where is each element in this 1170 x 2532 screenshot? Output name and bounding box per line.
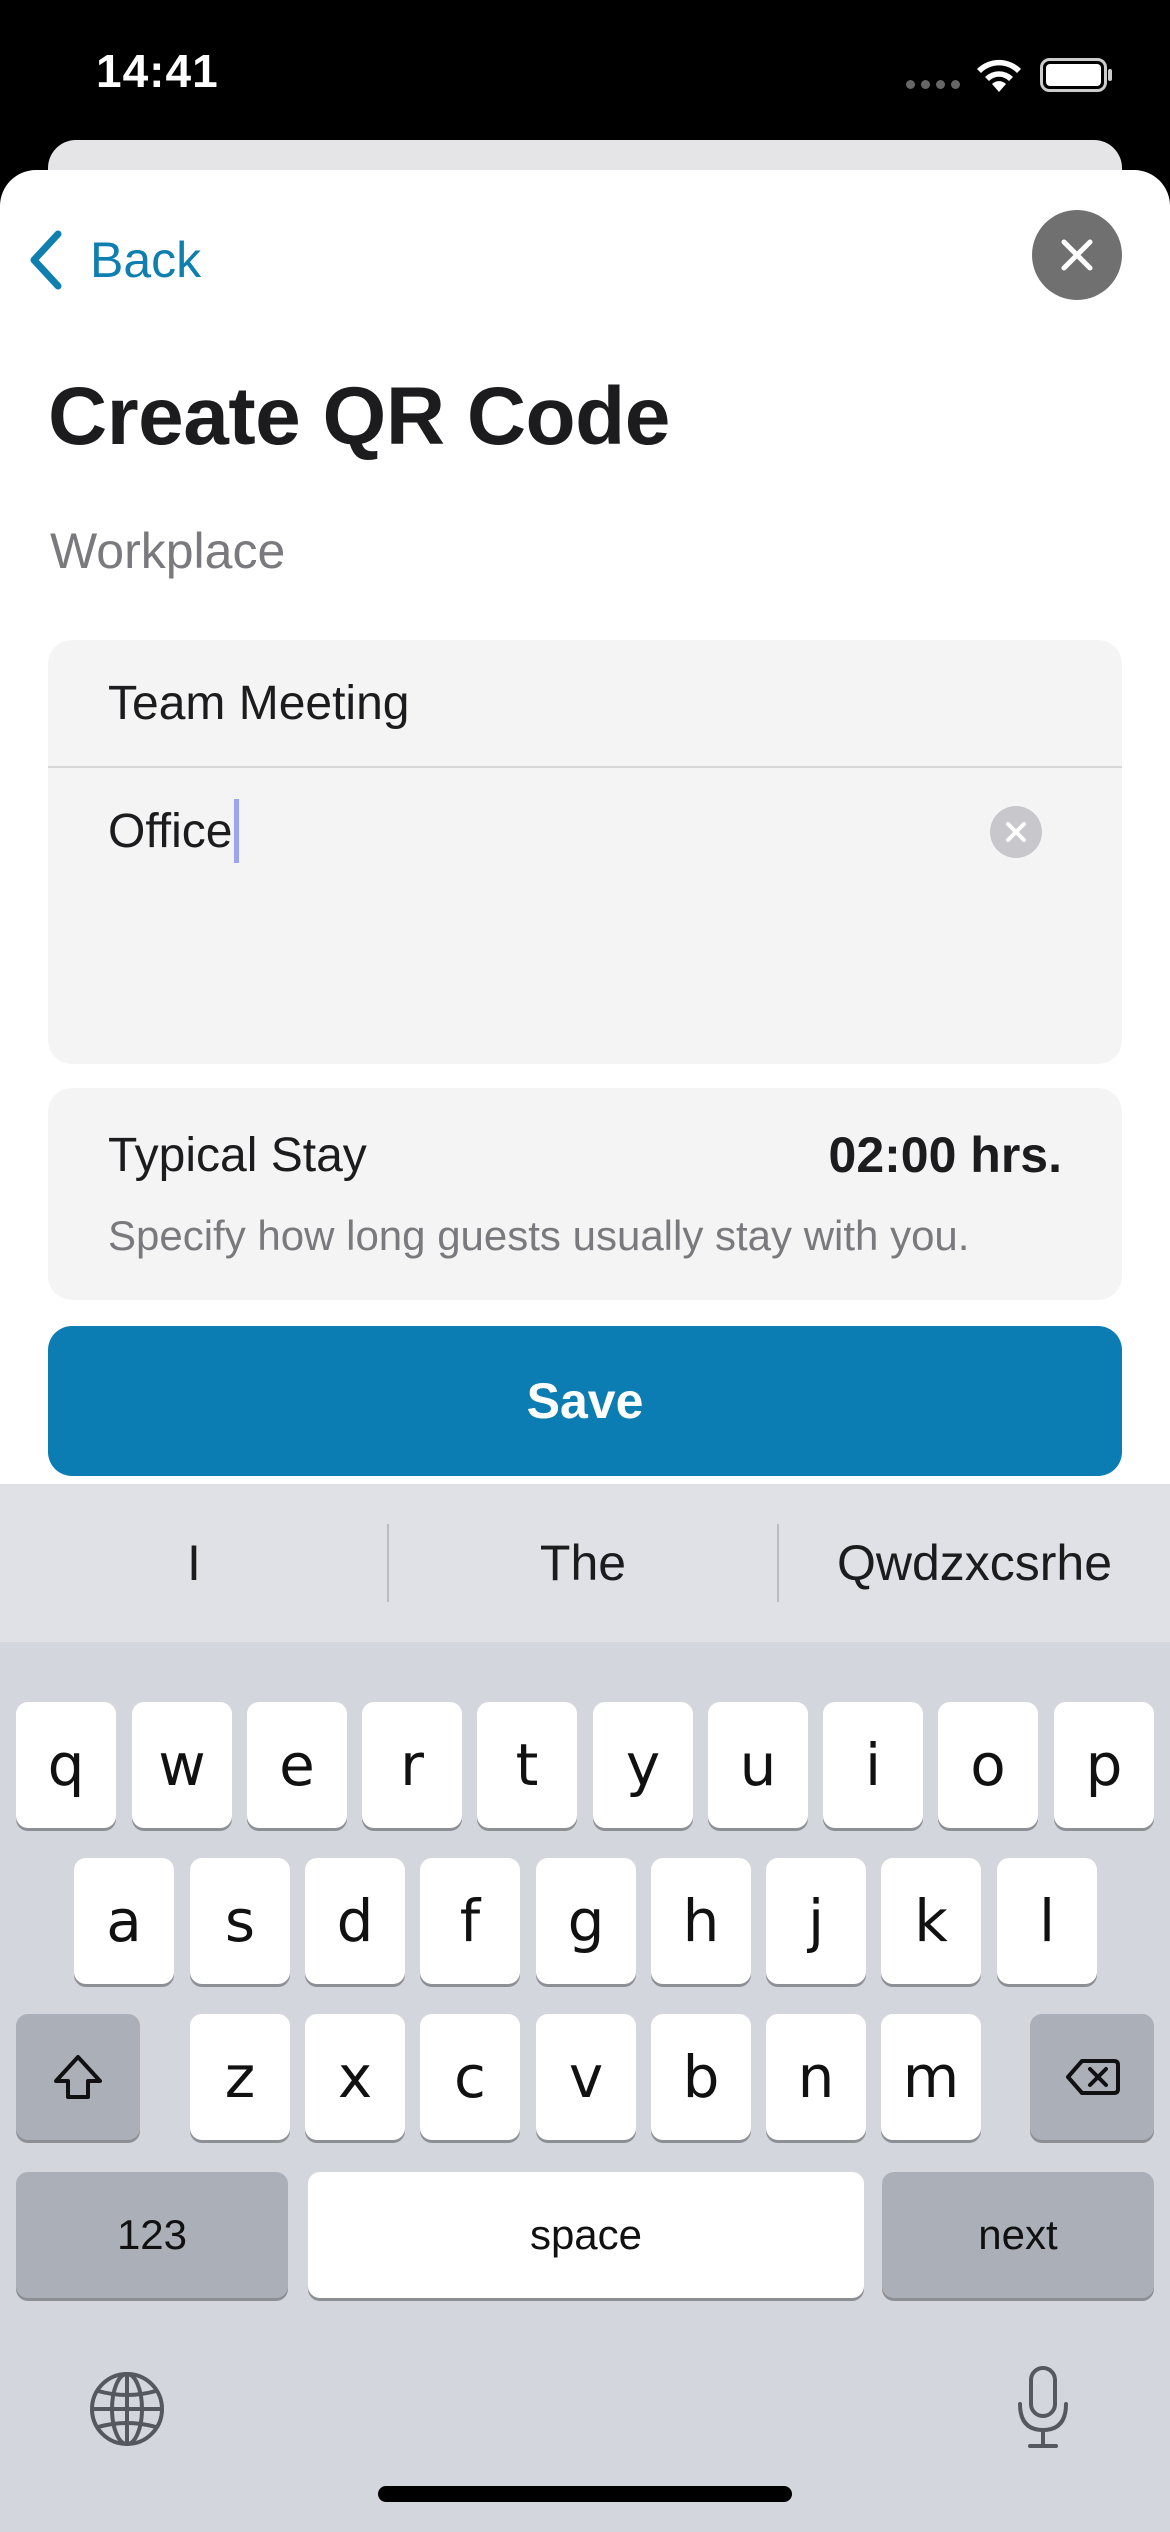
suggestion-item[interactable]: I <box>0 1484 388 1642</box>
key-o[interactable]: o <box>938 1702 1038 1828</box>
key-n[interactable]: n <box>766 2014 866 2140</box>
home-indicator <box>378 2486 792 2502</box>
key-e[interactable]: e <box>247 1702 347 1828</box>
key-j[interactable]: j <box>766 1858 866 1984</box>
typical-stay-value: 02:00 hrs. <box>828 1127 1062 1183</box>
back-label: Back <box>90 232 202 288</box>
suggestion-bar: I The Qwdzxcsrhe <box>0 1484 1170 1642</box>
key-f[interactable]: f <box>420 1858 520 1984</box>
suggestion-item[interactable]: The <box>389 1484 777 1642</box>
key-r[interactable]: r <box>362 1702 462 1828</box>
key-y[interactable]: y <box>593 1702 693 1828</box>
save-button-label: Save <box>526 1373 644 1429</box>
back-button[interactable]: Back <box>26 220 201 300</box>
microphone-icon[interactable] <box>1014 2364 1072 2452</box>
numbers-key[interactable]: 123 <box>16 2172 288 2298</box>
key-v[interactable]: v <box>536 2014 636 2140</box>
typical-stay-row[interactable]: Typical Stay 02:00 hrs. Specify how long… <box>48 1088 1122 1300</box>
clear-icon <box>1006 822 1026 842</box>
cellular-signal-icon <box>906 80 960 89</box>
close-button[interactable] <box>1032 210 1122 300</box>
status-bar: 14:41 <box>0 0 1170 150</box>
qr-details-fields: Team Meeting Office <box>48 640 1122 1064</box>
status-time: 14:41 <box>96 45 219 97</box>
typical-stay-help: Specify how long guests usually stay wit… <box>108 1212 970 1259</box>
clear-text-button[interactable] <box>990 806 1042 858</box>
save-button[interactable]: Save <box>48 1326 1122 1476</box>
wifi-icon <box>977 59 1021 92</box>
key-h[interactable]: h <box>651 1858 751 1984</box>
key-l[interactable]: l <box>997 1858 1097 1984</box>
key-m[interactable]: m <box>881 2014 981 2140</box>
close-icon <box>1061 239 1093 271</box>
key-t[interactable]: t <box>477 1702 577 1828</box>
text-cursor <box>233 799 239 863</box>
section-label: Workplace <box>50 523 286 579</box>
battery-icon <box>1040 58 1112 92</box>
suggestion-item[interactable]: Qwdzxcsrhe <box>779 1484 1170 1642</box>
delete-icon <box>1066 2059 1120 2095</box>
name-field[interactable]: Team Meeting <box>48 640 1122 766</box>
key-a[interactable]: a <box>74 1858 174 1984</box>
space-key[interactable]: space <box>308 2172 864 2298</box>
key-x[interactable]: x <box>305 2014 405 2140</box>
shift-key[interactable] <box>16 2014 140 2140</box>
typical-stay-label: Typical Stay <box>108 1129 367 1182</box>
next-key[interactable]: next <box>882 2172 1154 2298</box>
key-u[interactable]: u <box>708 1702 808 1828</box>
key-g[interactable]: g <box>536 1858 636 1984</box>
key-i[interactable]: i <box>823 1702 923 1828</box>
key-c[interactable]: c <box>420 2014 520 2140</box>
location-field-value: Office <box>108 804 233 858</box>
key-w[interactable]: w <box>132 1702 232 1828</box>
key-p[interactable]: p <box>1054 1702 1154 1828</box>
key-k[interactable]: k <box>881 1858 981 1984</box>
delete-key[interactable] <box>1030 2014 1154 2140</box>
key-z[interactable]: z <box>190 2014 290 2140</box>
key-q[interactable]: q <box>16 1702 116 1828</box>
key-d[interactable]: d <box>305 1858 405 1984</box>
chevron-left-icon <box>30 230 62 290</box>
keyboard: I The Qwdzxcsrhe q w e r t y u i o p a s… <box>0 1484 1170 2532</box>
page-title: Create QR Code <box>48 371 670 462</box>
name-field-value: Team Meeting <box>108 676 410 730</box>
location-field[interactable]: Office <box>48 768 1122 894</box>
globe-icon[interactable] <box>88 2370 166 2448</box>
shift-icon <box>54 2055 102 2099</box>
key-s[interactable]: s <box>190 1858 290 1984</box>
key-b[interactable]: b <box>651 2014 751 2140</box>
